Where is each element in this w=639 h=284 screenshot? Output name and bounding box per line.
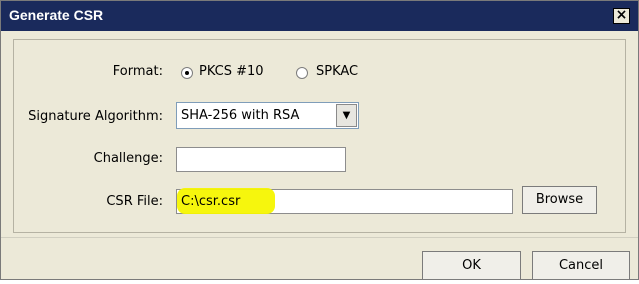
signature-algorithm-label: Signature Algorithm:: [28, 109, 163, 124]
csr-file-value: C:\csr.csr: [181, 194, 241, 209]
generate-csr-dialog: Generate CSR × Format: PKCS #10 SPKAC Si…: [0, 0, 639, 280]
title-bar: Generate CSR ×: [1, 1, 638, 31]
format-radio-spkac[interactable]: [296, 67, 308, 79]
challenge-input[interactable]: [176, 147, 346, 172]
signature-algorithm-value: SHA-256 with RSA: [181, 108, 300, 123]
ok-button[interactable]: OK: [422, 251, 521, 280]
csr-file-input[interactable]: C:\csr.csr: [176, 188, 513, 214]
signature-algorithm-select[interactable]: SHA-256 with RSA ▼: [176, 102, 359, 129]
close-icon[interactable]: ×: [613, 8, 630, 24]
dialog-title: Generate CSR: [9, 7, 104, 23]
format-option-pkcs10[interactable]: PKCS #10: [199, 64, 264, 79]
csr-file-label: CSR File:: [106, 194, 163, 209]
format-radio-pkcs10[interactable]: [181, 67, 193, 79]
browse-button[interactable]: Browse: [522, 186, 597, 214]
chevron-down-icon[interactable]: ▼: [336, 104, 357, 127]
format-label: Format:: [112, 64, 163, 79]
format-option-spkac[interactable]: SPKAC: [316, 64, 358, 79]
separator: [1, 237, 638, 238]
challenge-label: Challenge:: [93, 151, 163, 166]
cancel-button[interactable]: Cancel: [532, 251, 630, 280]
